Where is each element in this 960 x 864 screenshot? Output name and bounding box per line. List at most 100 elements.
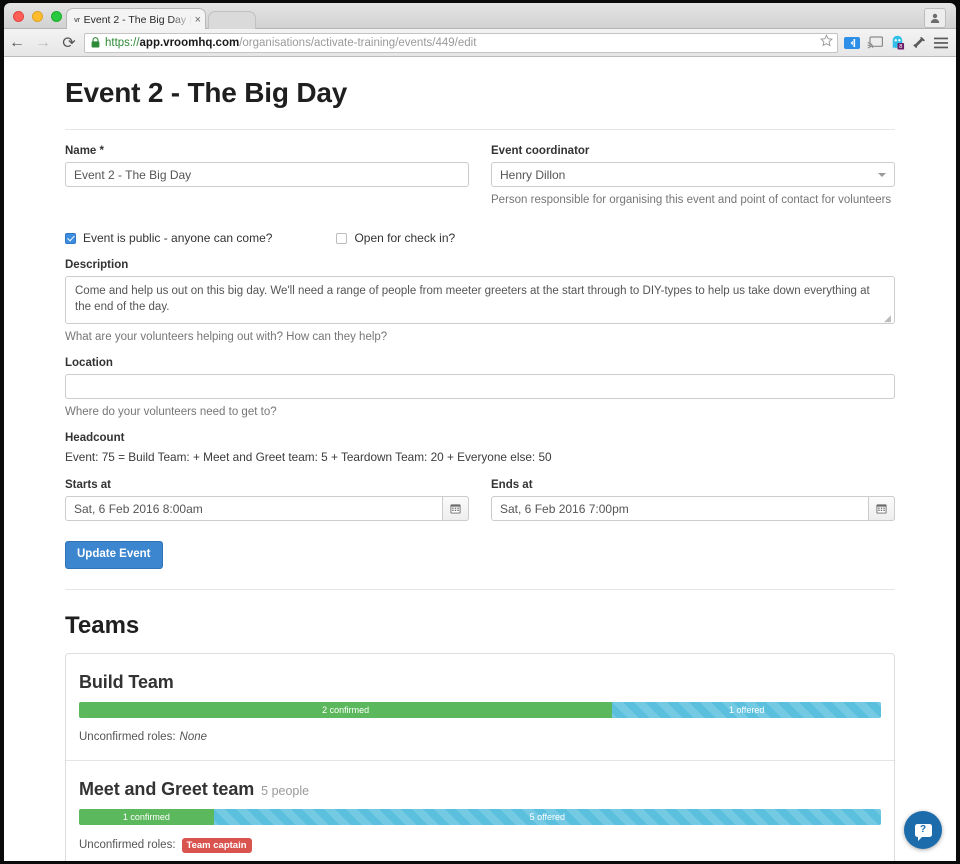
- coordinator-select-wrap: Henry Dillon: [491, 162, 895, 187]
- starts-at-group: Starts at Sat, 6 Feb 2016 8:00am: [65, 479, 469, 521]
- team-progress-bar: 2 confirmed 1 offered: [79, 701, 881, 718]
- headcount-group: Headcount Event: 75 = Build Team: + Meet…: [65, 432, 895, 464]
- flashlight-extension-icon[interactable]: [912, 35, 927, 50]
- chrome-menu-icon[interactable]: [934, 37, 948, 49]
- ends-at-group: Ends at Sat, 6 Feb 2016 7:00pm: [491, 479, 895, 521]
- cast-icon[interactable]: [867, 36, 883, 49]
- public-checkbox[interactable]: [65, 232, 76, 244]
- team-count: 5 people: [261, 783, 310, 798]
- location-help-text: Where do your volunteers need to get to?: [65, 406, 277, 418]
- coordinator-label: Event coordinator: [491, 145, 590, 157]
- update-event-button[interactable]: Update Event: [65, 541, 163, 569]
- browser-title-bar: vr Event 2 - The Big Day | VR ×: [4, 3, 956, 31]
- ends-at-label: Ends at: [491, 479, 533, 491]
- browser-tab[interactable]: vr Event 2 - The Big Day | VR ×: [66, 8, 206, 31]
- starts-at-wrap: Sat, 6 Feb 2016 8:00am: [65, 496, 469, 521]
- starts-at-label: Starts at: [65, 479, 112, 491]
- team-name[interactable]: Build Team: [79, 672, 174, 693]
- location-field-group: Location Where do your volunteers need t…: [65, 357, 895, 418]
- new-tab-button[interactable]: [208, 11, 256, 31]
- progress-segment-offered: 1 offered: [612, 701, 881, 718]
- team-row: Build Team 2 confirmed 1 offered Unconfi…: [66, 654, 894, 761]
- submit-row: Update Event: [65, 521, 895, 569]
- help-chat-glyph: ?: [919, 824, 927, 835]
- back-button[interactable]: ←: [4, 29, 30, 57]
- url-path: /organisations/activate-training/events/…: [239, 36, 477, 49]
- reload-button[interactable]: ⟳: [56, 29, 82, 57]
- description-textarea[interactable]: Come and help us out on this big day. We…: [65, 276, 895, 324]
- url-scheme: https://: [105, 36, 140, 49]
- checkin-checkbox-label: Open for check in?: [354, 231, 456, 245]
- help-chat-bubble-icon: ?: [914, 823, 932, 841]
- starts-at-calendar-icon[interactable]: [442, 496, 469, 521]
- name-field-group: Name * Event 2 - The Big Day: [65, 145, 469, 206]
- teams-panel: Build Team 2 confirmed 1 offered Unconfi…: [65, 652, 895, 862]
- resize-handle-icon[interactable]: ◢: [884, 314, 892, 323]
- dates-row: Starts at Sat, 6 Feb 2016 8:00am Ends at…: [65, 479, 895, 521]
- name-coordinator-row: Name * Event 2 - The Big Day Event coord…: [65, 145, 895, 206]
- unconfirmed-roles-label: Unconfirmed roles:: [79, 839, 176, 852]
- browser-window: vr Event 2 - The Big Day | VR × ← → ⟳ ht…: [0, 0, 960, 864]
- browser-toolbar: ← → ⟳ https://app.vroomhq.com/organisati…: [4, 29, 956, 57]
- forward-button[interactable]: →: [30, 29, 56, 57]
- description-field-group: Description Come and help us out on this…: [65, 259, 895, 343]
- url-text: https://app.vroomhq.com/organisations/ac…: [105, 37, 816, 49]
- description-label: Description: [65, 259, 129, 271]
- lock-icon: [91, 37, 100, 48]
- ends-at-wrap: Sat, 6 Feb 2016 7:00pm: [491, 496, 895, 521]
- bookmark-star-icon[interactable]: [820, 33, 833, 52]
- minimize-window-button[interactable]: [32, 11, 43, 22]
- title-divider: [65, 129, 895, 130]
- location-input[interactable]: [65, 374, 895, 399]
- role-badge[interactable]: Team captain: [181, 837, 252, 853]
- coordinator-field-group: Event coordinator Henry Dillon Person re…: [491, 145, 895, 206]
- name-input[interactable]: Event 2 - The Big Day: [65, 162, 469, 187]
- unconfirmed-roles: Unconfirmed roles: Team captain: [79, 837, 881, 853]
- checkin-checkbox-group[interactable]: Open for check in?: [336, 231, 455, 245]
- coordinator-help-text: Person responsible for organising this e…: [491, 194, 892, 206]
- description-textarea-value: Come and help us out on this big day. We…: [75, 285, 870, 314]
- page-viewport: Event 2 - The Big Day Name * Event 2 - T…: [4, 57, 956, 861]
- chevron-down-icon: [878, 173, 886, 177]
- starts-at-input[interactable]: Sat, 6 Feb 2016 8:00am: [65, 496, 469, 521]
- ghostery-extension-icon[interactable]: 8: [890, 35, 905, 50]
- team-progress-bar: 1 confirmed 5 offered: [79, 808, 881, 825]
- close-tab-icon[interactable]: ×: [195, 14, 201, 26]
- headcount-value: Event: 75 = Build Team: + Meet and Greet…: [65, 450, 552, 464]
- team-row: Meet and Greet team 5 people 1 confirmed…: [66, 761, 894, 862]
- event-flags-row: Event is public - anyone can come? Open …: [65, 231, 895, 245]
- public-checkbox-label: Event is public - anyone can come?: [83, 231, 273, 245]
- coordinator-select[interactable]: Henry Dillon: [491, 162, 895, 187]
- unconfirmed-roles: Unconfirmed roles: None: [79, 731, 881, 743]
- tab-favicon-icon: vr: [74, 16, 80, 24]
- public-checkbox-group[interactable]: Event is public - anyone can come?: [65, 231, 272, 245]
- progress-segment-confirmed: 2 confirmed: [79, 701, 613, 718]
- event-edit-page: Event 2 - The Big Day Name * Event 2 - T…: [4, 57, 956, 861]
- page-title: Event 2 - The Big Day: [65, 77, 348, 108]
- team-header: Build Team: [79, 672, 881, 693]
- maximize-window-button[interactable]: [51, 11, 62, 22]
- checkin-checkbox[interactable]: [336, 232, 348, 244]
- headcount-label: Headcount: [65, 432, 125, 444]
- help-chat-button[interactable]: ?: [904, 811, 942, 849]
- description-help-text: What are your volunteers helping out wit…: [65, 331, 388, 343]
- unconfirmed-roles-label: Unconfirmed roles:: [79, 730, 176, 743]
- progress-segment-offered: 5 offered: [213, 808, 881, 825]
- url-host: app.vroomhq.com: [139, 36, 240, 49]
- extension-icons: 8: [844, 35, 956, 50]
- unconfirmed-roles-value: None: [179, 730, 208, 743]
- close-window-button[interactable]: [13, 11, 24, 22]
- location-label: Location: [65, 357, 113, 369]
- address-bar[interactable]: https://app.vroomhq.com/organisations/ac…: [84, 32, 838, 53]
- tab-title: Event 2 - The Big Day | VR: [83, 14, 192, 26]
- pocket-extension-icon[interactable]: [844, 36, 860, 50]
- svg-text:8: 8: [899, 44, 903, 50]
- window-traffic-lights: [13, 11, 62, 22]
- ends-at-input[interactable]: Sat, 6 Feb 2016 7:00pm: [491, 496, 895, 521]
- profile-avatar-icon[interactable]: [924, 8, 946, 28]
- name-label: Name *: [65, 145, 104, 157]
- team-header: Meet and Greet team 5 people: [79, 779, 881, 800]
- team-name[interactable]: Meet and Greet team: [79, 779, 254, 800]
- ends-at-calendar-icon[interactable]: [868, 496, 895, 521]
- teams-section-title: Teams: [65, 611, 140, 639]
